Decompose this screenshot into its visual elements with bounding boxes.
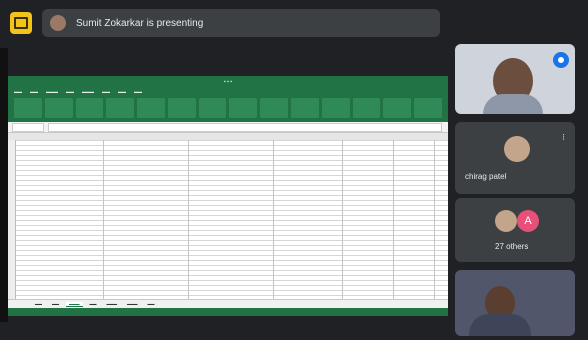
left-edge (0, 48, 8, 323)
top-bar: Sumit Zokarkar is presenting (0, 0, 588, 48)
excel-tabs: ▬▬ ▬▬ ▬▬▬ ▬▬ ▬▬▬ ▬▬ ▬▬ ▬▬ (14, 89, 142, 94)
sheet-tabs[interactable]: ▬▬ ▬▬ ▬▬▬ ▬▬ ▬▬▬ ▬▬▬ ▬▬ (8, 299, 448, 308)
tile-presenter-video[interactable] (455, 44, 575, 114)
presenting-text: Sumit Zokarkar is presenting (76, 17, 204, 29)
person-shoulders (483, 94, 543, 114)
grid-columns (15, 140, 448, 300)
bottom-bar (0, 322, 450, 340)
ribbon-tools (14, 98, 442, 118)
formula-bar (8, 122, 448, 133)
presenter-avatar (50, 15, 66, 31)
tile-chirag[interactable]: ⁝ chirag patel (455, 122, 575, 194)
avatar (504, 136, 530, 162)
spreadsheet-grid (8, 140, 448, 300)
avatar-letter: A (517, 210, 539, 232)
more-icon[interactable]: ⁝ (562, 132, 565, 143)
mic-active-icon (553, 52, 569, 68)
avatar (495, 210, 517, 232)
tile-others[interactable]: A 27 others (455, 198, 575, 262)
participant-count: 27 others (495, 242, 529, 251)
excel-title: ▪ ▪ ▪ (223, 79, 233, 85)
participant-name: chirag patel (465, 172, 507, 181)
shared-screen: ▪ ▪ ▪ ▬▬ ▬▬ ▬▬▬ ▬▬ ▬▬▬ ▬▬ ▬▬ ▬▬ ▬▬ ▬▬ ▬▬▬ ▬▬ ▬▬▬ ▬▬▬… (8, 76, 448, 316)
tile-self-video[interactable] (455, 270, 575, 336)
excel-status-bar (8, 308, 448, 316)
presenting-banner: Sumit Zokarkar is presenting (42, 9, 440, 37)
present-screen-icon[interactable] (10, 12, 32, 34)
self-shoulders (469, 314, 531, 336)
excel-ribbon: ▪ ▪ ▪ ▬▬ ▬▬ ▬▬▬ ▬▬ ▬▬▬ ▬▬ ▬▬ ▬▬ (8, 76, 448, 122)
